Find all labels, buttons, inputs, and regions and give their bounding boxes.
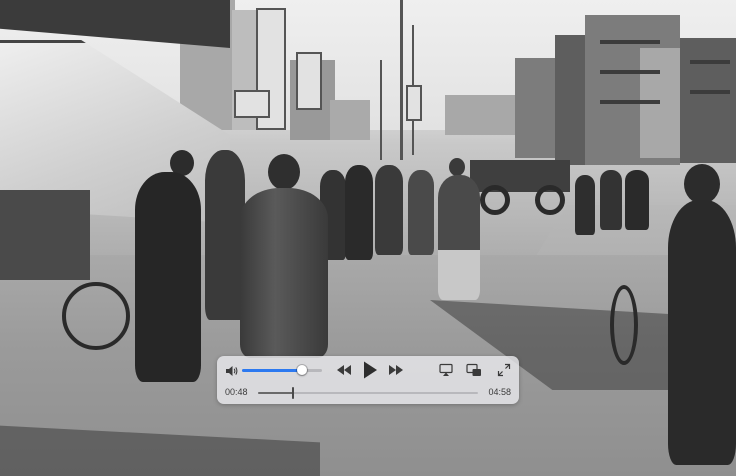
total-duration: 04:58 (488, 387, 511, 397)
timeline-scrubber[interactable] (258, 387, 478, 399)
timeline-playhead[interactable] (292, 387, 295, 399)
utility-pole (400, 0, 403, 160)
timeline-progress (258, 392, 294, 394)
airplay-button[interactable] (439, 363, 453, 377)
speaker-volume-icon[interactable] (225, 364, 239, 378)
play-button[interactable] (361, 360, 379, 380)
pedestrian-woman (438, 175, 480, 300)
pedestrian (375, 165, 403, 255)
pedestrian (408, 170, 434, 255)
window-row (600, 70, 660, 74)
pedestrian (600, 170, 622, 230)
pedestrian (625, 170, 649, 230)
distant-building (445, 95, 520, 135)
pedestrian (205, 150, 245, 320)
window-row (690, 60, 730, 64)
shop-sign-vertical (406, 85, 422, 121)
fast-forward-icon (389, 365, 403, 375)
building (330, 100, 370, 140)
fast-forward-button[interactable] (387, 362, 405, 378)
current-time: 00:48 (225, 387, 248, 397)
volume-slider[interactable] (242, 365, 322, 375)
pedestrian-boy (668, 200, 736, 465)
truck-wheel (480, 185, 510, 215)
window-row (600, 40, 660, 44)
truck-wheel (535, 185, 565, 215)
shop-sign (234, 90, 270, 118)
play-icon (364, 361, 377, 379)
building (680, 38, 736, 163)
pedestrian (575, 175, 595, 235)
pedestrian (345, 165, 373, 260)
video-frame[interactable] (0, 0, 736, 476)
window-row (600, 100, 660, 104)
window-row (690, 90, 730, 94)
bicycle-wheel (610, 285, 638, 365)
storefront (0, 190, 90, 280)
building (515, 58, 560, 158)
volume-slider-fill (242, 369, 302, 372)
shop-sign-vertical (296, 52, 322, 110)
expand-icon (497, 363, 511, 377)
pedestrian-head (684, 164, 720, 204)
bicycle-wheel (62, 282, 130, 350)
picture-in-picture-button[interactable] (466, 363, 482, 377)
pedestrian-kimono-woman (240, 188, 328, 358)
rewind-button[interactable] (335, 362, 353, 378)
pedestrian-head (449, 158, 465, 176)
picture-in-picture-icon (466, 363, 481, 376)
pedestrian-man (135, 172, 201, 382)
video-player-controls[interactable]: 00:48 04:58 (217, 356, 519, 404)
expand-button[interactable] (497, 363, 511, 377)
volume-slider-knob[interactable] (297, 365, 307, 375)
rewind-icon (337, 365, 351, 375)
utility-pole (380, 60, 382, 160)
pedestrian-head (268, 154, 300, 190)
airplay-icon (439, 363, 453, 376)
